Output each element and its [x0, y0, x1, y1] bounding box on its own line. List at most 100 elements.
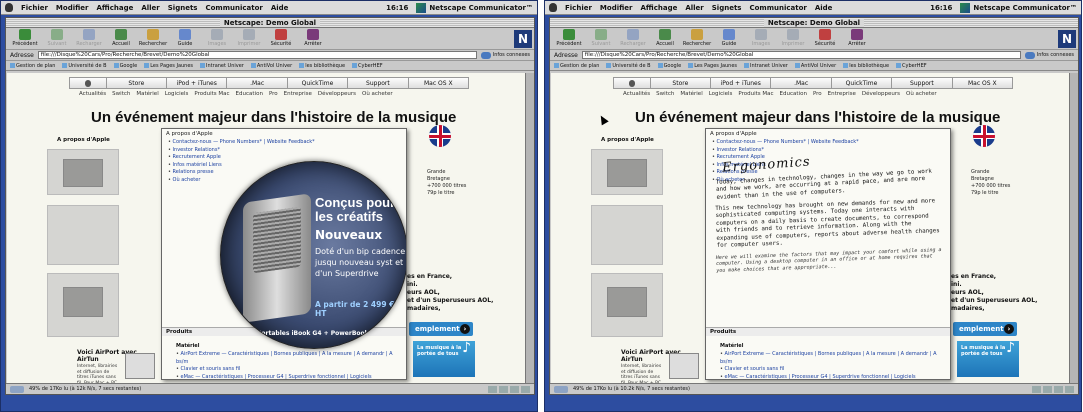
subnav-link[interactable]: Switch [112, 91, 130, 97]
apple-menu-icon[interactable] [5, 3, 13, 12]
nav-tab[interactable]: QuickTime [286, 77, 348, 89]
toolbar-button-0[interactable]: Précédent [556, 29, 582, 47]
subnav-link[interactable]: Où acheter [906, 91, 937, 97]
toolbar-button-1[interactable]: Suivant [44, 29, 70, 47]
nav-tab[interactable]: .Mac [770, 77, 831, 89]
address-field[interactable]: file:///Disque%20Cars/Pro/Recherche/Brev… [581, 51, 1021, 59]
materiel-link[interactable]: Clavier et souris sans fil [720, 366, 938, 374]
toolbar-button-9[interactable]: Arrêter [844, 29, 870, 47]
tab-apple[interactable] [69, 77, 106, 89]
bookmark-item[interactable]: Google [657, 63, 681, 69]
toolbar-button-3[interactable]: Accueil [652, 29, 678, 47]
subnav-link[interactable]: Actualités [79, 91, 106, 97]
menu-affichage[interactable]: Affichage [97, 4, 134, 12]
nav-tab[interactable]: Support [347, 77, 408, 89]
toolbar-button-6[interactable]: Images [748, 29, 774, 47]
toolbar-button-8[interactable]: Sécurité [268, 29, 294, 47]
bookmark-item[interactable]: AntiVol Univer [794, 63, 836, 69]
subnav-link[interactable]: Logiciels [709, 91, 733, 97]
toolbar-button-4[interactable]: Rechercher [139, 29, 167, 47]
materiel-link[interactable]: AirPort Extreme — Caractéristiques | Bor… [176, 351, 394, 366]
menu-affichage[interactable]: Affichage [641, 4, 678, 12]
menu-communicator[interactable]: Communicator [205, 4, 262, 12]
tab-apple[interactable] [613, 77, 650, 89]
menu-signets[interactable]: Signets [712, 4, 742, 12]
subnav-link[interactable]: Développeurs [862, 91, 900, 97]
subnav-link[interactable]: Entreprise [828, 91, 856, 97]
menu-fichier[interactable]: Fichier [21, 4, 48, 12]
materiel-link[interactable]: eMac — Caractéristiques | Processeur G4 … [720, 374, 938, 380]
nav-tab[interactable]: .Mac [226, 77, 287, 89]
subnav-link[interactable]: Education [236, 91, 263, 97]
bookmark-item[interactable]: Université de B [606, 63, 651, 69]
bookmark-item[interactable]: les bibliothèque [843, 63, 889, 69]
subnav-link[interactable]: Produits Mac [194, 91, 229, 97]
toolbar-button-5[interactable]: Guide [716, 29, 742, 47]
subnav-link[interactable]: Matériel [680, 91, 702, 97]
toolbar-button-3[interactable]: Accueil [108, 29, 134, 47]
security-key-icon[interactable] [554, 385, 568, 393]
application-menu[interactable]: Netscape Communicator™ [416, 2, 533, 13]
toolbar-button-2[interactable]: Recharger [620, 29, 646, 47]
toolbar-button-5[interactable]: Guide [172, 29, 198, 47]
subnav-link[interactable]: Pro [813, 91, 822, 97]
subnav-link[interactable]: Où acheter [362, 91, 393, 97]
subnav-link[interactable]: Education [780, 91, 807, 97]
popup-link[interactable]: Recrutement Apple [168, 154, 400, 162]
menu-signets[interactable]: Signets [168, 4, 198, 12]
nav-tab[interactable]: Store [105, 77, 167, 89]
materiel-link[interactable]: AirPort Extreme — Caractéristiques | Bor… [720, 351, 938, 366]
related-info-button[interactable]: Infos connexes [480, 51, 530, 59]
music-promo-box[interactable]: La musique à la portée de tous ♪ [413, 341, 475, 377]
bookmark-item[interactable]: CyberHEF [352, 63, 383, 69]
bookmark-item[interactable]: AntiVol Univer [250, 63, 292, 69]
toolbar-button-7[interactable]: Imprimer [236, 29, 262, 47]
popup-link[interactable]: Investor Relations* [168, 147, 400, 155]
subnav-link[interactable]: Matériel [136, 91, 158, 97]
bookmark-item[interactable]: Université de B [62, 63, 107, 69]
music-promo-box[interactable]: La musique à la portée de tous ♪ [957, 341, 1019, 377]
materiel-link[interactable]: Clavier et souris sans fil [176, 366, 394, 374]
bookmark-item[interactable]: Gestion de plan [554, 63, 599, 69]
nav-tab[interactable]: iPod + iTunes [166, 77, 227, 89]
toolbar-button-8[interactable]: Sécurité [812, 29, 838, 47]
nav-tab[interactable]: Mac OS X [951, 77, 1013, 89]
vertical-scrollbar[interactable] [525, 73, 534, 384]
bookmark-item[interactable]: Gestion de plan [10, 63, 55, 69]
nav-tab[interactable]: iPod + iTunes [710, 77, 771, 89]
toolbar-button-7[interactable]: Imprimer [780, 29, 806, 47]
cta-button[interactable]: emplement › [953, 322, 1017, 336]
toolbar-button-4[interactable]: Rechercher [683, 29, 711, 47]
nav-tab[interactable]: Mac OS X [407, 77, 469, 89]
subnav-link[interactable]: Pro [269, 91, 278, 97]
menu-fichier[interactable]: Fichier [565, 4, 592, 12]
popup-link[interactable]: Contactez-nous — Phone Numbers* | Websit… [712, 139, 944, 147]
materiel-link[interactable]: eMac — Caractéristiques | Processeur G4 … [176, 374, 394, 380]
bookmark-item[interactable]: les bibliothèque [299, 63, 345, 69]
subnav-link[interactable]: Logiciels [165, 91, 189, 97]
bookmark-item[interactable]: Intranet Univer [200, 63, 244, 69]
nav-tab[interactable]: Store [649, 77, 711, 89]
popup-link[interactable]: Contactez-nous — Phone Numbers* | Websit… [168, 139, 400, 147]
subnav-link[interactable]: Entreprise [284, 91, 312, 97]
menu-aller[interactable]: Aller [685, 4, 703, 12]
bookmark-item[interactable]: CyberHEF [896, 63, 927, 69]
toolbar-button-6[interactable]: Images [204, 29, 230, 47]
vertical-scrollbar[interactable] [1069, 73, 1078, 384]
related-info-button[interactable]: Infos connexes [1024, 51, 1074, 59]
menu-aide[interactable]: Aide [271, 4, 289, 12]
subnav-link[interactable]: Switch [656, 91, 674, 97]
toolbar-button-0[interactable]: Précédent [12, 29, 38, 47]
window-titlebar[interactable]: Netscape: Demo Global [550, 18, 1078, 28]
menu-modifier[interactable]: Modifier [56, 4, 89, 12]
application-menu[interactable]: Netscape Communicator™ [960, 2, 1077, 13]
bookmark-item[interactable]: Intranet Univer [744, 63, 788, 69]
menu-communicator[interactable]: Communicator [749, 4, 806, 12]
bookmark-item[interactable]: Les Pages Jaunes [144, 63, 193, 69]
toolbar-button-9[interactable]: Arrêter [300, 29, 326, 47]
menu-aller[interactable]: Aller [141, 4, 159, 12]
menu-modifier[interactable]: Modifier [600, 4, 633, 12]
security-key-icon[interactable] [10, 385, 24, 393]
subnav-link[interactable]: Produits Mac [738, 91, 773, 97]
ad-price-link[interactable]: A partir de 2 499 € HT [315, 300, 405, 318]
